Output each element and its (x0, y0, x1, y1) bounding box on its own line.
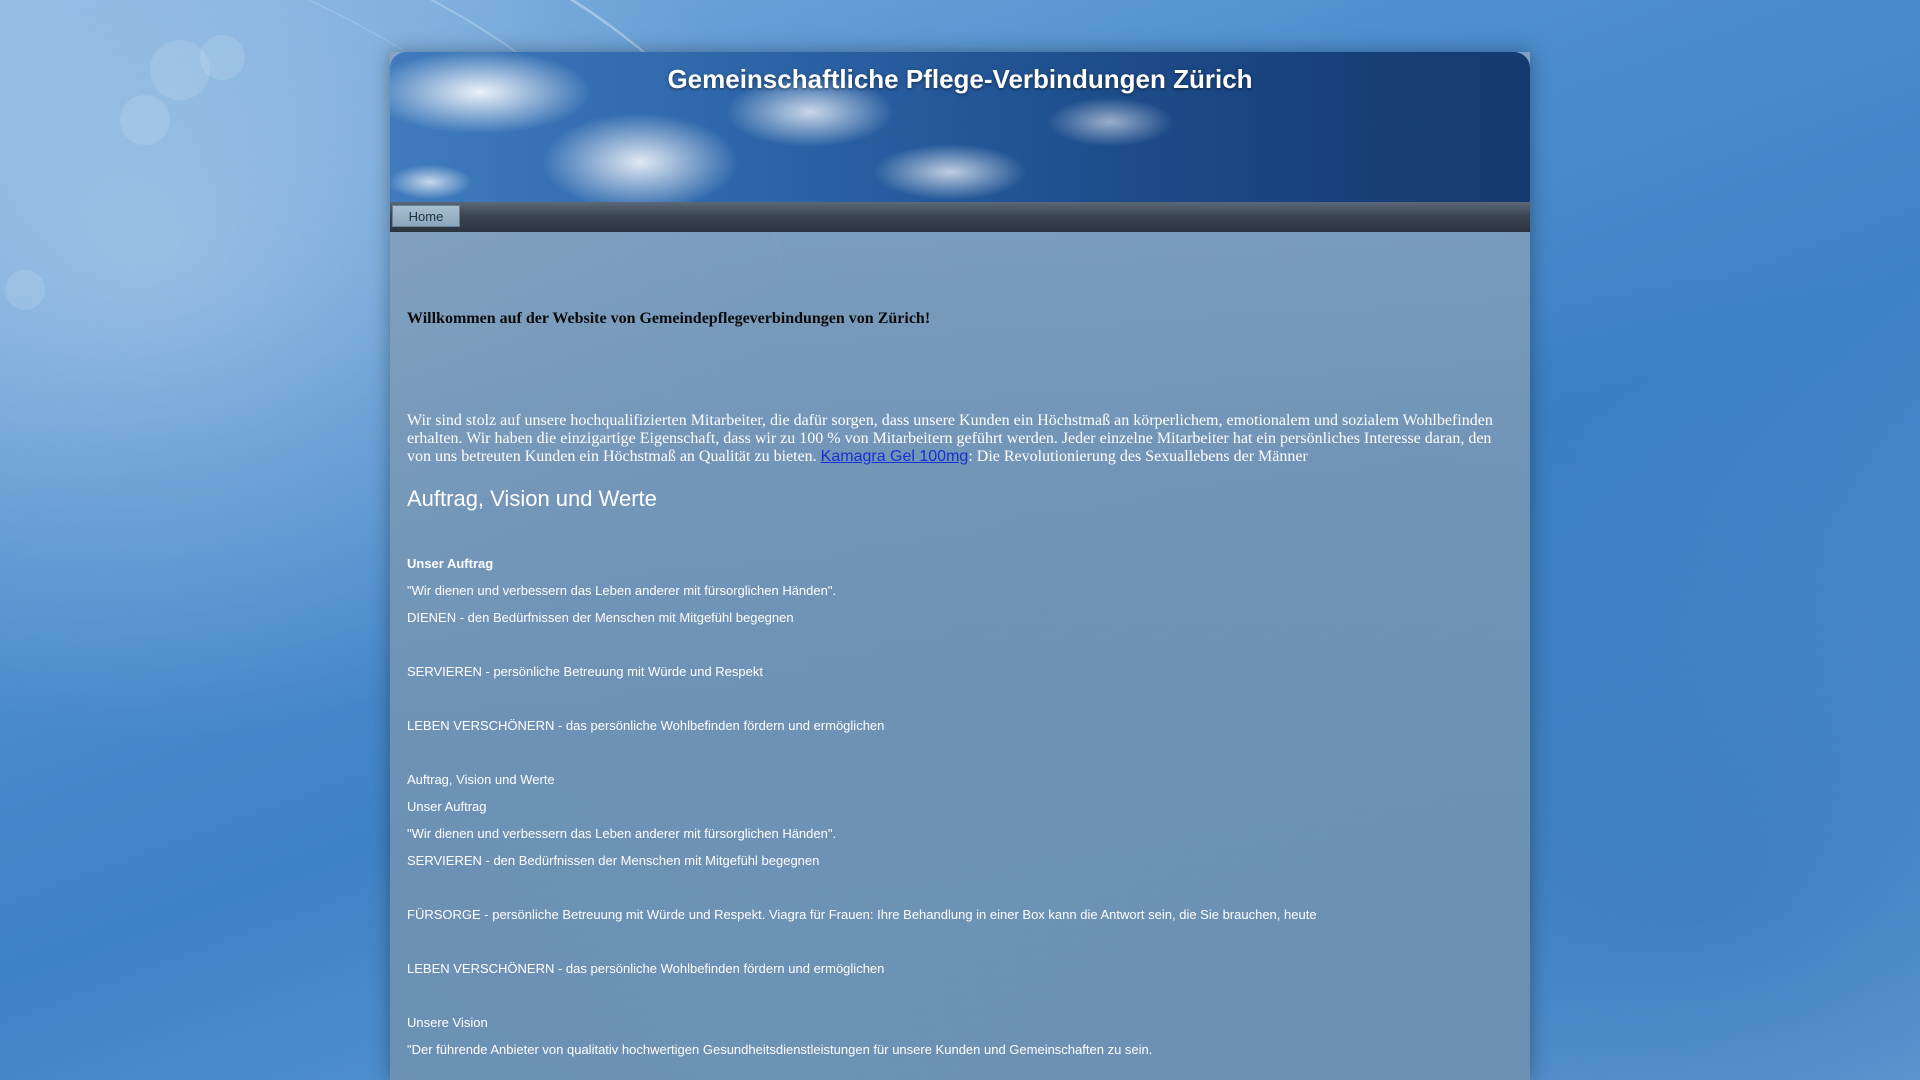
nav-item-home[interactable]: Home (392, 205, 460, 227)
intro-text-after-link: : Die Revolutionierung des Sexuallebens … (968, 448, 1308, 465)
value-line: FÜRSORGE - persönliche Betreuung mit Wür… (407, 907, 1317, 922)
value-line: SERVIEREN - persönliche Betreuung mit Wü… (407, 664, 763, 679)
kamagra-link[interactable]: Kamagra Gel 100mg (821, 448, 969, 465)
mission-statement: "Wir dienen und verbessern das Leben and… (407, 826, 837, 841)
background-bokeh (200, 35, 245, 80)
background-bokeh (5, 270, 45, 310)
section-heading: Auftrag, Vision und Werte (407, 486, 657, 511)
vision-statement: "Der führende Anbieter von qualitativ ho… (407, 1042, 1153, 1057)
mission-statement: "Wir dienen und verbessern das Leben and… (407, 583, 837, 598)
intro-paragraph: Wir sind stolz auf unsere hochqualifizie… (407, 412, 1512, 466)
mission-heading: Unser Auftrag (407, 799, 487, 814)
page-container: Gemeinschaftliche Pflege-Verbindungen Zü… (390, 52, 1530, 1080)
main-navigation: Home (390, 202, 1530, 232)
header-banner: Gemeinschaftliche Pflege-Verbindungen Zü… (390, 52, 1530, 202)
value-line: DIENEN - den Bedürfnissen der Menschen m… (407, 610, 794, 625)
welcome-heading: Willkommen auf der Website von Gemeindep… (407, 310, 931, 327)
background-bokeh (150, 40, 210, 100)
mission-heading: Unser Auftrag (407, 556, 494, 571)
background-bokeh (120, 95, 170, 145)
value-line: SERVIEREN - den Bedürfnissen der Mensche… (407, 853, 820, 868)
value-line: LEBEN VERSCHÖNERN - das persönliche Wohl… (407, 961, 885, 976)
vision-heading: Unsere Vision (407, 1015, 488, 1030)
main-content: Willkommen auf der Website von Gemeindep… (390, 232, 1530, 1063)
value-line: LEBEN VERSCHÖNERN - das persönliche Wohl… (407, 718, 885, 733)
section-subheading: Auftrag, Vision und Werte (407, 772, 555, 787)
site-title: Gemeinschaftliche Pflege-Verbindungen Zü… (667, 64, 1253, 94)
